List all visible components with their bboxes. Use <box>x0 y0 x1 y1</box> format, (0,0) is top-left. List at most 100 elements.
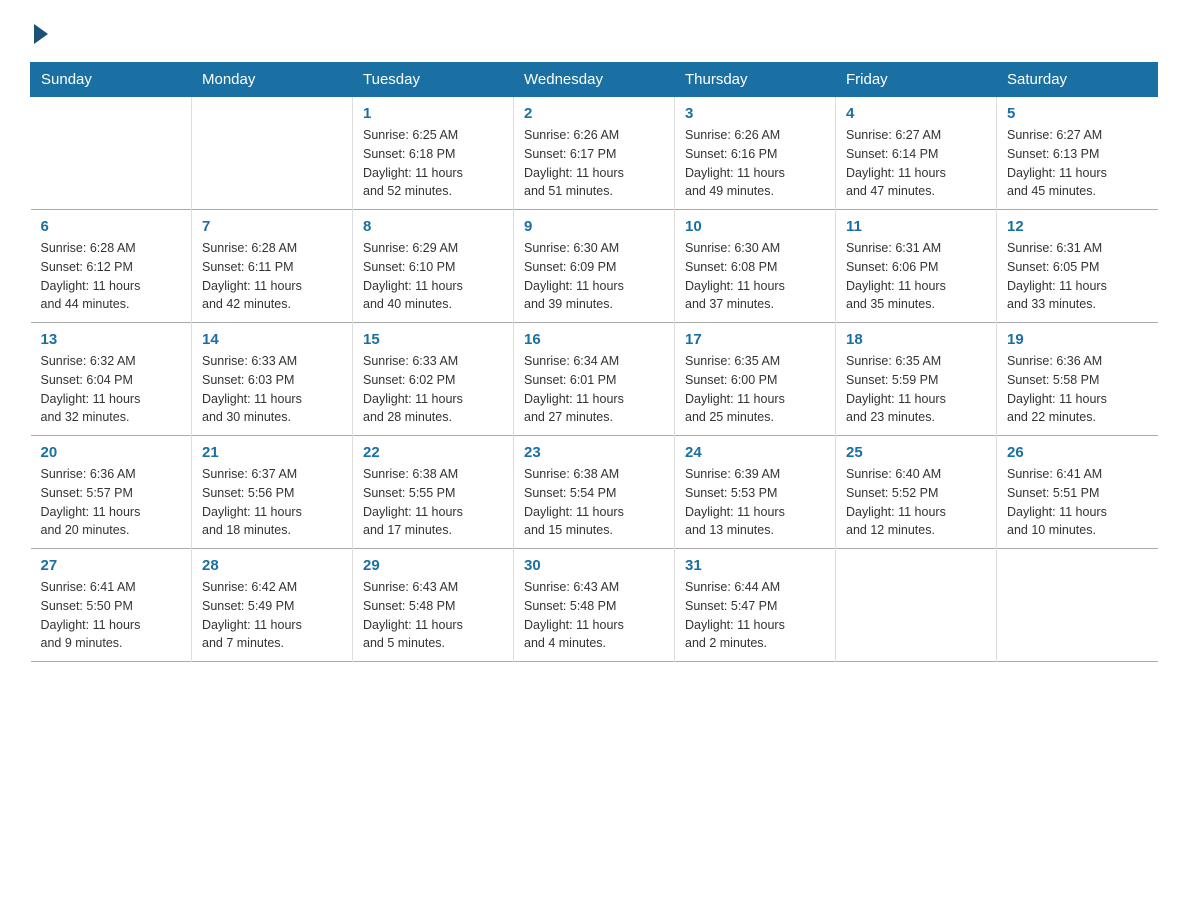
day-number: 19 <box>1007 331 1148 348</box>
calendar-cell: 12Sunrise: 6:31 AMSunset: 6:05 PMDayligh… <box>997 210 1158 323</box>
day-info: Sunrise: 6:41 AMSunset: 5:50 PMDaylight:… <box>41 578 182 653</box>
day-number: 7 <box>202 218 342 235</box>
calendar-cell: 11 Sunrise: 6:31 AMSunset: 6:06 PMDayligh… <box>836 210 997 323</box>
logo <box>30 20 48 44</box>
day-info: Sunrise: 6:43 AMSunset: 5:48 PMDaylight:… <box>363 578 503 653</box>
day-number: 5 <box>1007 105 1148 122</box>
header-saturday: Saturday <box>997 63 1158 97</box>
week-row-5: 27 Sunrise: 6:41 AMSunset: 5:50 PMDayligh… <box>31 549 1158 662</box>
calendar-cell: 17 Sunrise: 6:35 AMSunset: 6:00 PMDayligh… <box>675 323 836 436</box>
day-info: Sunrise: 6:29 AMSunset: 6:10 PMDaylight:… <box>363 239 503 314</box>
calendar-cell: 20 Sunrise: 6:36 AMSunset: 5:57 PMDayligh… <box>31 436 192 549</box>
logo-arrow-icon <box>34 24 48 44</box>
day-info: Sunrise: 6:37 AMSunset: 5:56 PMDaylight:… <box>202 465 342 540</box>
day-number: 16 <box>524 331 664 348</box>
day-number: 25 <box>846 444 986 461</box>
calendar-cell: 31 Sunrise: 6:44 AMSunset: 5:47 PMDayligh… <box>675 549 836 662</box>
calendar-cell: 27 Sunrise: 6:41 AMSunset: 5:50 PMDayligh… <box>31 549 192 662</box>
calendar-cell: 7 Sunrise: 6:28 AMSunset: 6:11 PMDaylight… <box>192 210 353 323</box>
day-info: Sunrise: 6:25 AMSunset: 6:18 PMDaylight:… <box>363 126 503 201</box>
day-number: 26 <box>1007 444 1148 461</box>
calendar-cell: 25 Sunrise: 6:40 AMSunset: 5:52 PMDayligh… <box>836 436 997 549</box>
day-number: 3 <box>685 105 825 122</box>
day-info: Sunrise: 6:41 AMSunset: 5:51 PMDaylight:… <box>1007 465 1148 540</box>
calendar-cell <box>192 97 353 210</box>
day-info: Sunrise: 6:42 AMSunset: 5:49 PMDaylight:… <box>202 578 342 653</box>
header-monday: Monday <box>192 63 353 97</box>
header-thursday: Thursday <box>675 63 836 97</box>
day-info: Sunrise: 6:40 AMSunset: 5:52 PMDaylight:… <box>846 465 986 540</box>
day-number: 22 <box>363 444 503 461</box>
calendar-cell: 14 Sunrise: 6:33 AMSunset: 6:03 PMDayligh… <box>192 323 353 436</box>
day-info: Sunrise: 6:28 AMSunset: 6:11 PMDaylight:… <box>202 239 342 314</box>
calendar-table: SundayMondayTuesdayWednesdayThursdayFrid… <box>30 62 1158 662</box>
day-info: Sunrise: 6:32 AMSunset: 6:04 PMDaylight:… <box>41 352 182 427</box>
day-number: 4 <box>846 105 986 122</box>
header-friday: Friday <box>836 63 997 97</box>
calendar-cell: 28 Sunrise: 6:42 AMSunset: 5:49 PMDayligh… <box>192 549 353 662</box>
day-info: Sunrise: 6:43 AMSunset: 5:48 PMDaylight:… <box>524 578 664 653</box>
day-number: 17 <box>685 331 825 348</box>
day-info: Sunrise: 6:31 AMSunset: 6:06 PMDaylight:… <box>846 239 986 314</box>
header-wednesday: Wednesday <box>514 63 675 97</box>
day-number: 18 <box>846 331 986 348</box>
day-number: 12 <box>1007 218 1148 235</box>
day-info: Sunrise: 6:30 AMSunset: 6:08 PMDaylight:… <box>685 239 825 314</box>
day-number: 28 <box>202 557 342 574</box>
calendar-cell <box>836 549 997 662</box>
day-number: 29 <box>363 557 503 574</box>
day-number: 6 <box>41 218 182 235</box>
calendar-cell: 3 Sunrise: 6:26 AMSunset: 6:16 PMDaylight… <box>675 97 836 210</box>
calendar-cell: 30Sunrise: 6:43 AMSunset: 5:48 PMDayligh… <box>514 549 675 662</box>
day-info: Sunrise: 6:28 AMSunset: 6:12 PMDaylight:… <box>41 239 182 314</box>
calendar-cell <box>997 549 1158 662</box>
day-number: 15 <box>363 331 503 348</box>
day-number: 9 <box>524 218 664 235</box>
week-row-2: 6 Sunrise: 6:28 AMSunset: 6:12 PMDaylight… <box>31 210 1158 323</box>
day-info: Sunrise: 6:33 AMSunset: 6:02 PMDaylight:… <box>363 352 503 427</box>
day-number: 20 <box>41 444 182 461</box>
day-info: Sunrise: 6:36 AMSunset: 5:58 PMDaylight:… <box>1007 352 1148 427</box>
day-info: Sunrise: 6:38 AMSunset: 5:54 PMDaylight:… <box>524 465 664 540</box>
calendar-cell: 26 Sunrise: 6:41 AMSunset: 5:51 PMDayligh… <box>997 436 1158 549</box>
calendar-cell: 13 Sunrise: 6:32 AMSunset: 6:04 PMDayligh… <box>31 323 192 436</box>
calendar-cell: 24 Sunrise: 6:39 AMSunset: 5:53 PMDayligh… <box>675 436 836 549</box>
day-info: Sunrise: 6:35 AMSunset: 5:59 PMDaylight:… <box>846 352 986 427</box>
calendar-header-row: SundayMondayTuesdayWednesdayThursdayFrid… <box>31 63 1158 97</box>
page-header <box>30 20 1158 44</box>
week-row-4: 20 Sunrise: 6:36 AMSunset: 5:57 PMDayligh… <box>31 436 1158 549</box>
day-info: Sunrise: 6:39 AMSunset: 5:53 PMDaylight:… <box>685 465 825 540</box>
day-info: Sunrise: 6:33 AMSunset: 6:03 PMDaylight:… <box>202 352 342 427</box>
day-info: Sunrise: 6:36 AMSunset: 5:57 PMDaylight:… <box>41 465 182 540</box>
day-info: Sunrise: 6:44 AMSunset: 5:47 PMDaylight:… <box>685 578 825 653</box>
day-number: 27 <box>41 557 182 574</box>
day-info: Sunrise: 6:27 AMSunset: 6:13 PMDaylight:… <box>1007 126 1148 201</box>
calendar-cell: 16Sunrise: 6:34 AMSunset: 6:01 PMDayligh… <box>514 323 675 436</box>
day-info: Sunrise: 6:35 AMSunset: 6:00 PMDaylight:… <box>685 352 825 427</box>
calendar-cell: 19 Sunrise: 6:36 AMSunset: 5:58 PMDayligh… <box>997 323 1158 436</box>
day-number: 13 <box>41 331 182 348</box>
calendar-cell: 15 Sunrise: 6:33 AMSunset: 6:02 PMDayligh… <box>353 323 514 436</box>
calendar-cell: 1 Sunrise: 6:25 AMSunset: 6:18 PMDaylight… <box>353 97 514 210</box>
day-info: Sunrise: 6:27 AMSunset: 6:14 PMDaylight:… <box>846 126 986 201</box>
day-info: Sunrise: 6:30 AMSunset: 6:09 PMDaylight:… <box>524 239 664 314</box>
calendar-cell: 22 Sunrise: 6:38 AMSunset: 5:55 PMDayligh… <box>353 436 514 549</box>
day-number: 31 <box>685 557 825 574</box>
calendar-cell <box>31 97 192 210</box>
calendar-cell: 6 Sunrise: 6:28 AMSunset: 6:12 PMDaylight… <box>31 210 192 323</box>
calendar-cell: 9 Sunrise: 6:30 AMSunset: 6:09 PMDaylight… <box>514 210 675 323</box>
week-row-1: 1 Sunrise: 6:25 AMSunset: 6:18 PMDaylight… <box>31 97 1158 210</box>
header-tuesday: Tuesday <box>353 63 514 97</box>
day-number: 24 <box>685 444 825 461</box>
calendar-cell: 4 Sunrise: 6:27 AMSunset: 6:14 PMDaylight… <box>836 97 997 210</box>
day-number: 10 <box>685 218 825 235</box>
day-info: Sunrise: 6:26 AMSunset: 6:16 PMDaylight:… <box>685 126 825 201</box>
day-number: 14 <box>202 331 342 348</box>
day-number: 1 <box>363 105 503 122</box>
day-info: Sunrise: 6:38 AMSunset: 5:55 PMDaylight:… <box>363 465 503 540</box>
day-number: 11 <box>846 218 986 235</box>
week-row-3: 13 Sunrise: 6:32 AMSunset: 6:04 PMDayligh… <box>31 323 1158 436</box>
day-number: 21 <box>202 444 342 461</box>
day-number: 2 <box>524 105 664 122</box>
calendar-cell: 23Sunrise: 6:38 AMSunset: 5:54 PMDayligh… <box>514 436 675 549</box>
